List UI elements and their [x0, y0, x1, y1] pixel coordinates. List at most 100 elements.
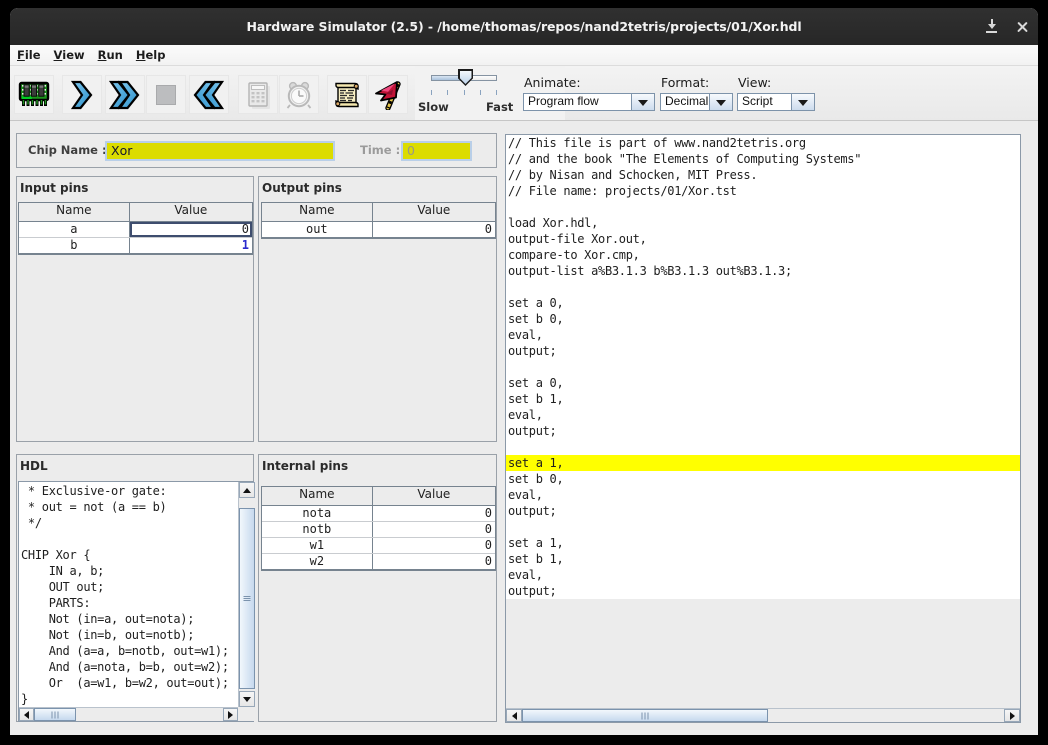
- pin-name-cell: notb: [262, 522, 373, 537]
- animate-combobox[interactable]: Program flow: [523, 93, 655, 111]
- code-line: output;: [506, 503, 1020, 519]
- code-line: set b 0,: [506, 471, 1020, 487]
- breakpoints-button[interactable]: [368, 75, 408, 114]
- speed-slider-thumb[interactable]: [458, 69, 473, 86]
- hdl-viewport[interactable]: * Exclusive-or gate: * out = not (a == b…: [19, 482, 238, 707]
- menu-view[interactable]: View: [54, 46, 85, 65]
- scroll-left-button[interactable]: [506, 709, 522, 722]
- code-line: set b 0,: [506, 311, 1020, 327]
- slider-tick: [480, 90, 481, 95]
- code-line: [506, 359, 1020, 375]
- internal-pins-panel: Internal pins NameValuenota0notb0w10w20: [258, 454, 497, 722]
- hdl-scrollpane: * Exclusive-or gate: * out = not (a == b…: [18, 481, 254, 722]
- grip-icon: [52, 711, 59, 718]
- hdl-panel: HDL * Exclusive-or gate: * out = not (a …: [16, 454, 254, 722]
- scroll-down-button[interactable]: [239, 691, 255, 707]
- hdl-vscroll-thumb[interactable]: [239, 508, 255, 689]
- code-line: eval,: [506, 327, 1020, 343]
- slider-tick: [431, 90, 432, 95]
- script-hscroll-thumb[interactable]: [522, 709, 768, 722]
- input-pins-panel: Input pins NameValuea0b1: [16, 176, 254, 442]
- hdl-horizontal-scrollbar[interactable]: [19, 707, 238, 721]
- arrow-left-icon: [24, 711, 29, 719]
- pin-value-cell[interactable]: 0: [130, 222, 252, 237]
- code-line: * out = not (a == b): [21, 499, 238, 515]
- pin-name-cell: w2: [262, 554, 373, 569]
- chevron-down-icon: [638, 100, 648, 106]
- animate-combo-arrow-button[interactable]: [631, 94, 654, 110]
- menu-file[interactable]: File: [17, 46, 41, 65]
- menu-run[interactable]: Run: [98, 46, 123, 65]
- window-title: Hardware Simulator (2.5) - /home/thomas/…: [10, 8, 1038, 45]
- slider-fast-label: Fast: [486, 100, 513, 114]
- table-header: NameValue: [262, 487, 495, 506]
- chip-icon: [18, 80, 50, 110]
- table-row: notb0: [262, 522, 495, 538]
- view-combobox[interactable]: Script: [737, 93, 815, 111]
- script-listing[interactable]: // This file is part of www.nand2tetris.…: [506, 135, 1020, 599]
- animate-label: Animate:: [524, 75, 581, 90]
- code-line: // by Nisan and Schocken, MIT Press.: [506, 167, 1020, 183]
- stop-button: [146, 75, 186, 114]
- reset-button[interactable]: [189, 75, 229, 114]
- pin-value-cell[interactable]: 0: [373, 554, 495, 569]
- input-pins-table: NameValuea0b1: [18, 202, 253, 255]
- code-line: eval,: [506, 487, 1020, 503]
- grip-icon: [244, 596, 251, 602]
- clock-button: [279, 75, 319, 114]
- code-line: [21, 531, 238, 547]
- view-combo-arrow-button[interactable]: [791, 94, 814, 110]
- pin-value-cell[interactable]: 0: [373, 538, 495, 553]
- arrow-left-icon: [512, 712, 517, 720]
- format-combo-arrow-button[interactable]: [709, 94, 732, 110]
- app-window: Hardware Simulator (2.5) - /home/thomas/…: [10, 8, 1038, 735]
- window-bottom-strip: [10, 723, 1038, 735]
- single-step-icon: [71, 80, 93, 110]
- stop-icon: [156, 85, 176, 105]
- hdl-hscroll-thumb[interactable]: [34, 708, 76, 721]
- hdl-vertical-scrollbar[interactable]: [238, 482, 254, 707]
- column-header-name: Name: [19, 203, 130, 221]
- minimize-button[interactable]: [983, 18, 1000, 35]
- menu-bar: File View Run Help: [10, 45, 1038, 66]
- clock-icon: [284, 80, 314, 110]
- toolbar: Slow Fast Animate: Program flow Format: …: [10, 66, 1038, 121]
- fast-forward-icon: [109, 80, 140, 110]
- close-button[interactable]: [1014, 18, 1031, 35]
- pin-value-cell[interactable]: 1: [130, 238, 252, 253]
- titlebar[interactable]: Hardware Simulator (2.5) - /home/thomas/…: [10, 8, 1038, 45]
- script-panel: // This file is part of www.nand2tetris.…: [505, 134, 1021, 723]
- pin-value-cell[interactable]: 0: [373, 506, 495, 521]
- scroll-right-button[interactable]: [223, 708, 238, 721]
- table-row: out0: [262, 222, 495, 238]
- code-line: [506, 439, 1020, 455]
- code-line: output-file Xor.out,: [506, 231, 1020, 247]
- format-value: Decimal: [665, 94, 709, 110]
- format-combobox[interactable]: Decimal: [660, 93, 733, 111]
- scroll-up-button[interactable]: [239, 482, 255, 498]
- pin-value-cell[interactable]: 0: [373, 522, 495, 537]
- scroll-left-button[interactable]: [19, 708, 34, 721]
- code-line: And (a=a, b=notb, out=w1);: [21, 643, 238, 659]
- chip-name-field[interactable]: Xor: [105, 141, 335, 161]
- run-button[interactable]: [105, 75, 145, 114]
- code-line: output;: [506, 423, 1020, 439]
- hdl-code[interactable]: * Exclusive-or gate: * out = not (a == b…: [21, 483, 238, 707]
- code-line: // This file is part of www.nand2tetris.…: [506, 135, 1020, 151]
- pin-name-cell: out: [262, 222, 373, 237]
- code-line: OUT out;: [21, 579, 238, 595]
- code-line: set a 1,: [506, 535, 1020, 551]
- load-chip-button[interactable]: [14, 75, 54, 114]
- chip-name-label: Chip Name :: [28, 134, 107, 167]
- menu-help[interactable]: Help: [136, 46, 166, 65]
- table-row: w20: [262, 554, 495, 570]
- pin-name-cell: nota: [262, 506, 373, 521]
- single-step-button[interactable]: [62, 75, 102, 114]
- code-line: output-list a%B3.1.3 b%B3.1.3 out%B3.1.3…: [506, 263, 1020, 279]
- view-script-button[interactable]: [327, 75, 367, 114]
- code-line: eval,: [506, 567, 1020, 583]
- code-line: PARTS:: [21, 595, 238, 611]
- pin-value-cell[interactable]: 0: [373, 222, 495, 237]
- scroll-right-button[interactable]: [1004, 709, 1020, 722]
- script-horizontal-scrollbar[interactable]: [506, 708, 1020, 722]
